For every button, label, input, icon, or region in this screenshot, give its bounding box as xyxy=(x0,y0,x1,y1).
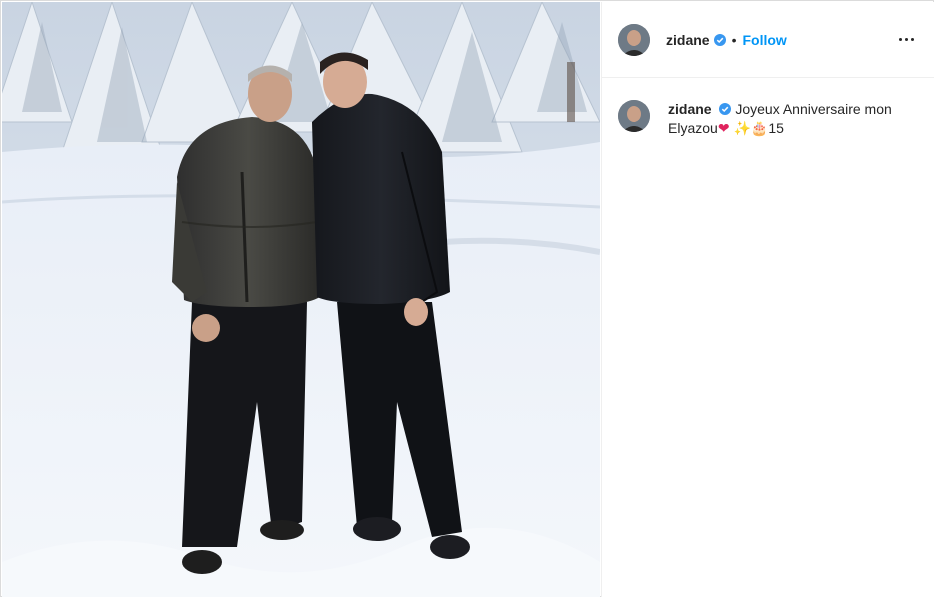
heart-icon: ❤ xyxy=(717,120,730,136)
snow-photo-image xyxy=(2,2,600,597)
avatar[interactable] xyxy=(618,23,650,56)
caption-line1: Joyeux Anniversaire mon xyxy=(735,101,892,117)
verified-badge-icon xyxy=(719,103,732,115)
caption-row: zidane Joyeux Anniversaire mon Elyazou❤ … xyxy=(602,78,934,138)
separator-dot: • xyxy=(731,31,737,48)
post-photo[interactable] xyxy=(2,2,600,597)
caption-number: 15 xyxy=(768,120,784,136)
more-horizontal-icon[interactable] xyxy=(894,28,918,52)
post-sidebar: zidane • Follow zidane Joyeux Anniversai… xyxy=(601,2,934,597)
caption-text: zidane Joyeux Anniversaire mon Elyazou❤ … xyxy=(668,100,908,138)
cake-icon: 🎂 xyxy=(750,120,769,136)
username-link[interactable]: zidane xyxy=(666,32,710,48)
verified-badge-icon xyxy=(713,33,726,46)
follow-button[interactable]: Follow xyxy=(742,32,786,48)
post-dialog: zidane • Follow zidane Joyeux Anniversai… xyxy=(0,0,934,597)
avatar[interactable] xyxy=(618,100,650,132)
caption-username[interactable]: zidane xyxy=(668,101,712,117)
post-header: zidane • Follow xyxy=(602,2,934,78)
sparkle-icon: ✨ xyxy=(733,120,751,136)
caption-line2: Elyazou xyxy=(668,120,718,136)
